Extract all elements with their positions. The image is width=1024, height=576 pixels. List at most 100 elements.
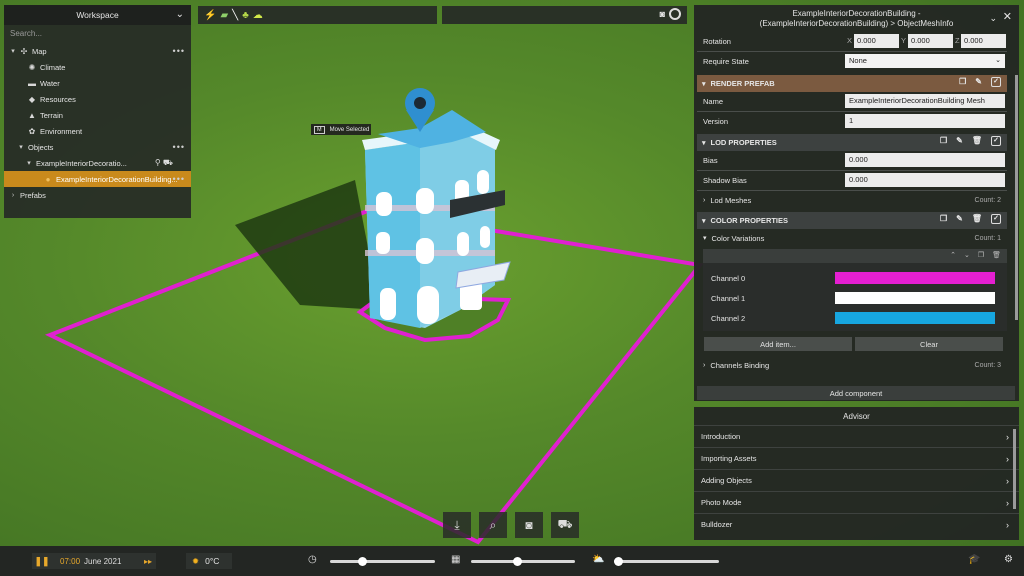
- rotation-x-field[interactable]: 0.000: [854, 34, 899, 48]
- version-field[interactable]: 1: [845, 114, 1005, 128]
- eraser-icon[interactable]: ▰: [220, 10, 228, 21]
- workspace-header[interactable]: Workspace ⌄: [4, 5, 191, 25]
- channels-binding-row[interactable]: › Channels Binding Count: 3: [697, 356, 1007, 374]
- add-item-button[interactable]: Add item...: [704, 337, 852, 351]
- shadow-bias-field[interactable]: 0.000: [845, 173, 1005, 187]
- edit-icon[interactable]: ✎: [975, 77, 982, 87]
- copy-icon[interactable]: ❐: [959, 77, 966, 87]
- bulldozer-icon[interactable]: ⛟: [551, 512, 579, 538]
- record-icon[interactable]: [669, 8, 681, 20]
- lod-meshes-row[interactable]: › Lod Meshes Count: 2: [697, 191, 1007, 209]
- chevron-down-icon[interactable]: ⌄: [176, 9, 184, 20]
- tree-item[interactable]: › Prefabs: [4, 187, 191, 203]
- chevron-up-icon[interactable]: ⌃: [950, 251, 956, 259]
- date-display: June 2021: [84, 556, 122, 566]
- tree-item[interactable]: ● ExampleInteriorDecorationBuilding... •••: [4, 171, 191, 187]
- pause-icon[interactable]: ❚❚: [32, 556, 52, 567]
- bias-row: Bias 0.000: [697, 151, 1007, 169]
- plant-icon[interactable]: ♣: [242, 10, 249, 21]
- tree-item[interactable]: ▾ ✣ Map •••: [4, 43, 191, 59]
- copy-icon[interactable]: ❐: [978, 251, 984, 259]
- chevron-icon[interactable]: ▾: [8, 47, 18, 55]
- camera-icon[interactable]: ◙: [515, 512, 543, 538]
- require-state-select[interactable]: None ⌄: [845, 54, 1005, 68]
- advisor-item[interactable]: Photo Mode ›: [694, 491, 1019, 513]
- import-icon[interactable]: ⤓: [443, 512, 471, 538]
- tree-item[interactable]: ▾ ExampleInteriorDecoratio... ⚲ ⛟: [4, 155, 191, 171]
- chevron-right-icon: ›: [1006, 431, 1009, 442]
- search-input[interactable]: Search...: [4, 25, 191, 43]
- color-variations-row[interactable]: ▾ Color Variations Count: 1: [697, 229, 1007, 247]
- tree-item-label: Climate: [40, 62, 66, 72]
- copy-icon[interactable]: ❐: [940, 136, 947, 146]
- advisor-scrollbar[interactable]: [1013, 429, 1016, 509]
- copy-icon[interactable]: ❐: [940, 214, 947, 224]
- search-icon[interactable]: ⌕: [479, 512, 507, 538]
- weather-slider-knob[interactable]: [614, 557, 623, 566]
- trash-icon[interactable]: 🗑: [992, 251, 1001, 259]
- more-icon[interactable]: •••: [173, 46, 185, 56]
- advisor-item[interactable]: Introduction ›: [694, 425, 1019, 447]
- tree-item[interactable]: ◆ Resources: [4, 91, 191, 107]
- chevron-down-icon[interactable]: ⌄: [964, 251, 970, 259]
- advisor-item[interactable]: Importing Assets ›: [694, 447, 1019, 469]
- tree-item[interactable]: ✺ Climate: [4, 59, 191, 75]
- render-prefab-header[interactable]: ▾ RENDER PREFAB ❐ ✎ ✓: [697, 75, 1007, 92]
- enable-checkbox[interactable]: ✓: [991, 214, 1001, 224]
- lod-properties-header[interactable]: ▾ LOD PROPERTIES ❐ ✎ 🗑 ✓: [697, 134, 1007, 151]
- enable-checkbox[interactable]: ✓: [991, 136, 1001, 146]
- edit-icon[interactable]: ✎: [956, 136, 963, 146]
- rotation-z-field[interactable]: 0.000: [961, 34, 1006, 48]
- workspace-title: Workspace: [76, 10, 119, 20]
- temperature-display: 0°C: [205, 556, 220, 566]
- advisor-title: Advisor: [843, 411, 870, 421]
- trash-icon[interactable]: 🗑: [972, 136, 982, 146]
- time-display: 07:00: [60, 556, 81, 566]
- chevron-down-icon[interactable]: ⌄: [989, 13, 997, 23]
- chevron-icon[interactable]: ▾: [24, 159, 34, 167]
- graduation-cap-icon[interactable]: 🎓: [968, 554, 980, 565]
- lod-properties-title: LOD PROPERTIES: [710, 138, 777, 147]
- tree-icon[interactable]: ☁: [253, 10, 263, 21]
- gear-icon[interactable]: ⚙: [1004, 554, 1013, 565]
- bias-field[interactable]: 0.000: [845, 153, 1005, 167]
- color-swatch[interactable]: [835, 292, 995, 304]
- color-properties-header[interactable]: ▾ COLOR PROPERTIES ❐ ✎ 🗑 ✓: [697, 212, 1007, 229]
- name-field[interactable]: ExampleInteriorDecorationBuilding Mesh: [845, 94, 1005, 108]
- tree-item[interactable]: ▾ Objects •••: [4, 139, 191, 155]
- advisor-item[interactable]: Bulldozer ›: [694, 513, 1019, 535]
- fast-forward-icon[interactable]: ▸▸: [144, 557, 152, 566]
- time-slider[interactable]: [330, 557, 435, 566]
- rotation-y-field[interactable]: 0.000: [908, 34, 953, 48]
- add-component-button[interactable]: Add component: [697, 386, 1015, 400]
- trash-icon[interactable]: 🗑: [972, 214, 982, 224]
- color-swatch[interactable]: [835, 312, 995, 324]
- version-label: Version: [703, 116, 729, 126]
- close-icon[interactable]: ✕: [1003, 12, 1012, 23]
- clear-button[interactable]: Clear: [855, 337, 1003, 351]
- chevron-right-icon: ›: [703, 196, 706, 204]
- edit-icon[interactable]: ✎: [956, 214, 963, 224]
- lod-meshes-count: Count: 2: [974, 196, 1001, 204]
- date-slider[interactable]: [471, 557, 575, 566]
- enable-checkbox[interactable]: ✓: [991, 77, 1001, 87]
- date-slider-knob[interactable]: [513, 557, 522, 566]
- inspector-scrollbar[interactable]: [1015, 75, 1018, 320]
- advisor-item[interactable]: Adding Objects ›: [694, 469, 1019, 491]
- more-icon[interactable]: •••: [173, 174, 185, 184]
- location-pin-icon[interactable]: ⚲ ⛟: [155, 158, 173, 168]
- weather-slider[interactable]: [614, 557, 719, 566]
- pipette-icon[interactable]: ╲: [232, 10, 238, 21]
- color-swatch[interactable]: [835, 272, 995, 284]
- tree-item[interactable]: ✿ Environment: [4, 123, 191, 139]
- tree-item[interactable]: ▲ Terrain: [4, 107, 191, 123]
- lightning-icon[interactable]: ⚡: [204, 10, 216, 21]
- camera-icon[interactable]: ◙: [660, 9, 665, 19]
- channels-binding-label: Channels Binding: [710, 360, 770, 370]
- tree-item[interactable]: ▬ Water: [4, 75, 191, 91]
- more-icon[interactable]: •••: [173, 142, 185, 152]
- chevron-icon[interactable]: ▾: [16, 143, 26, 151]
- time-slider-knob[interactable]: [358, 557, 367, 566]
- bottom-tools: ⤓ ⌕ ◙ ⛟: [443, 512, 583, 538]
- chevron-icon[interactable]: ›: [8, 192, 18, 199]
